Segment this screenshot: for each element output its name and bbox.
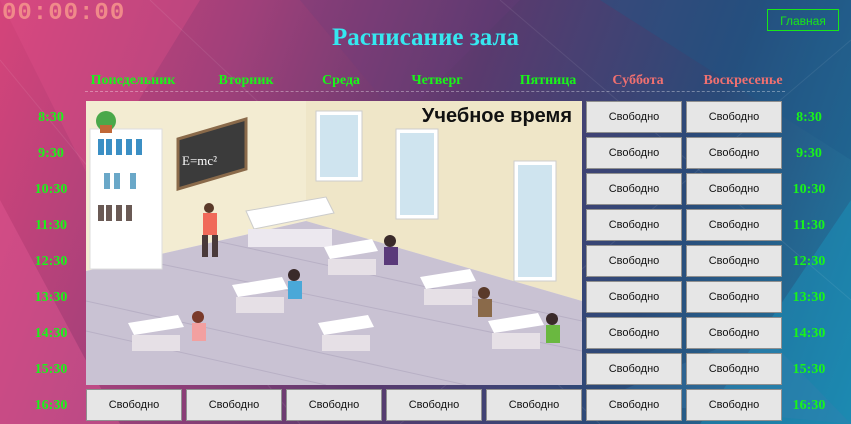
slot-button-thu-16:30[interactable]: Свободно bbox=[386, 389, 482, 421]
slot-button-fri-16:30[interactable]: Свободно bbox=[486, 389, 582, 421]
time-label-right: 9:30 bbox=[796, 146, 822, 161]
time-label-left: 13:30 bbox=[34, 290, 68, 305]
day-header-friday: Пятница bbox=[519, 73, 577, 88]
slot-button-tue-16:30[interactable]: Свободно bbox=[186, 389, 282, 421]
time-label-right: 13:30 bbox=[792, 290, 826, 305]
slot-button-mon-16:30[interactable]: Свободно bbox=[86, 389, 182, 421]
slot-button-sun-11:30[interactable]: Свободно bbox=[686, 209, 782, 241]
classroom-image: E=mc² bbox=[86, 101, 582, 385]
day-header-divider bbox=[85, 91, 785, 92]
day-header-tuesday: Вторник bbox=[218, 73, 274, 88]
day-header-thursday: Четверг bbox=[411, 73, 463, 88]
day-header-monday: Понедельник bbox=[90, 73, 176, 88]
day-header-sunday: Воскресенье bbox=[703, 73, 783, 88]
time-label-left: 11:30 bbox=[35, 218, 67, 233]
blackboard-formula: E=mc² bbox=[182, 153, 217, 168]
time-label-left: 15:30 bbox=[34, 362, 68, 377]
time-label-left: 10:30 bbox=[34, 182, 68, 197]
time-label-right: 8:30 bbox=[796, 110, 822, 125]
slot-button-sun-8:30[interactable]: Свободно bbox=[686, 101, 782, 133]
classroom-label: Учебное время bbox=[421, 105, 572, 127]
time-label-left: 9:30 bbox=[38, 146, 64, 161]
slot-button-sun-9:30[interactable]: Свободно bbox=[686, 137, 782, 169]
slot-button-sun-15:30[interactable]: Свободно bbox=[686, 353, 782, 385]
classroom-illustration: E=mc² Учебное время bbox=[86, 101, 582, 385]
slot-button-sun-13:30[interactable]: Свободно bbox=[686, 281, 782, 313]
time-label-right: 16:30 bbox=[792, 398, 826, 413]
slot-button-sat-11:30[interactable]: Свободно bbox=[586, 209, 682, 241]
slot-button-sat-16:30[interactable]: Свободно bbox=[586, 389, 682, 421]
timer-display: 00:00:00 bbox=[2, 0, 126, 27]
slot-button-sat-14:30[interactable]: Свободно bbox=[586, 317, 682, 349]
time-label-right: 10:30 bbox=[792, 182, 826, 197]
slot-button-wed-16:30[interactable]: Свободно bbox=[286, 389, 382, 421]
page-title: Расписание зала bbox=[331, 24, 520, 51]
slot-button-sun-14:30[interactable]: Свободно bbox=[686, 317, 782, 349]
slot-button-sat-13:30[interactable]: Свободно bbox=[586, 281, 682, 313]
slot-button-sat-15:30[interactable]: Свободно bbox=[586, 353, 682, 385]
slot-button-sat-10:30[interactable]: Свободно bbox=[586, 173, 682, 205]
slot-button-sun-16:30[interactable]: Свободно bbox=[686, 389, 782, 421]
time-label-right: 15:30 bbox=[792, 362, 826, 377]
time-label-right: 11:30 bbox=[793, 218, 825, 233]
day-header-saturday: Суббота bbox=[612, 73, 664, 88]
day-header-wednesday: Среда bbox=[321, 73, 361, 88]
slot-button-sun-10:30[interactable]: Свободно bbox=[686, 173, 782, 205]
slot-button-sat-12:30[interactable]: Свободно bbox=[586, 245, 682, 277]
time-label-left: 8:30 bbox=[38, 110, 64, 125]
time-label-left: 14:30 bbox=[34, 326, 68, 341]
time-label-right: 14:30 bbox=[792, 326, 826, 341]
home-button[interactable]: Главная bbox=[767, 9, 839, 31]
slot-button-sun-12:30[interactable]: Свободно bbox=[686, 245, 782, 277]
time-label-right: 12:30 bbox=[792, 254, 826, 269]
slot-button-sat-8:30[interactable]: Свободно bbox=[586, 101, 682, 133]
slot-button-sat-9:30[interactable]: Свободно bbox=[586, 137, 682, 169]
time-label-left: 16:30 bbox=[34, 398, 68, 413]
time-label-left: 12:30 bbox=[34, 254, 68, 269]
